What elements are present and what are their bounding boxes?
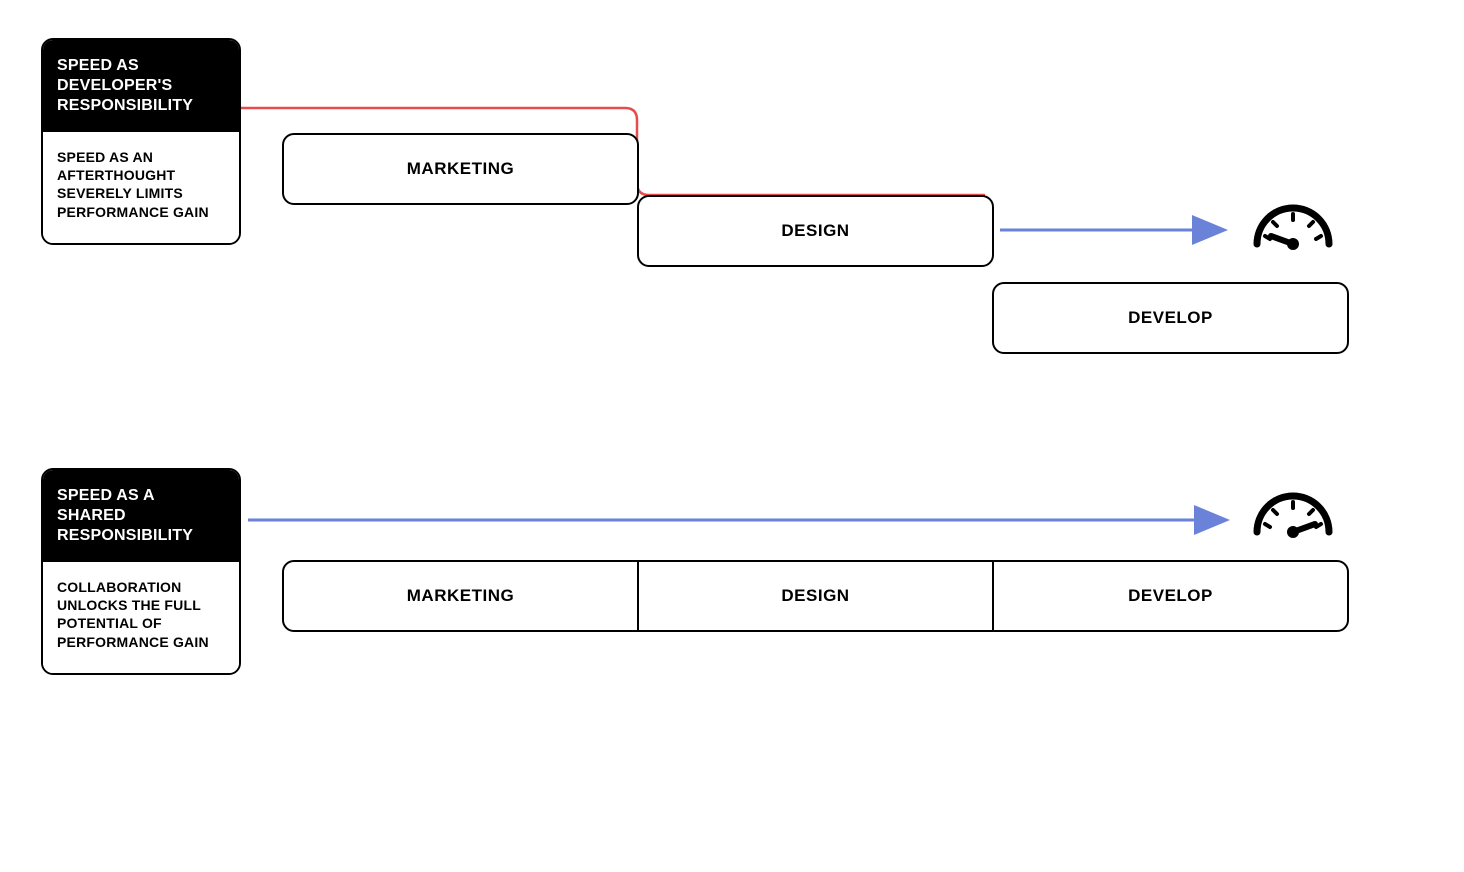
gauge-icon-low — [1247, 192, 1339, 259]
stage-row-shared: MARKETING DESIGN DEVELOP — [282, 560, 1349, 632]
card-body: SPEED AS AN AFTERTHOUGHT SEVERELY LIMITS… — [43, 132, 239, 243]
stage-label: MARKETING — [407, 159, 514, 179]
stage-label: DEVELOP — [1128, 586, 1213, 606]
gauge-icon-high — [1247, 480, 1339, 547]
stage-label: DESIGN — [781, 586, 849, 606]
stage-label: DESIGN — [781, 221, 849, 241]
stage-develop-2: DEVELOP — [994, 562, 1347, 630]
stage-design-2: DESIGN — [639, 562, 994, 630]
card-body: COLLABORATION UNLOCKS THE FULL POTENTIAL… — [43, 562, 239, 673]
stage-marketing-2: MARKETING — [284, 562, 639, 630]
stage-marketing-1: MARKETING — [282, 133, 639, 205]
stage-label: MARKETING — [407, 586, 514, 606]
stage-label: DEVELOP — [1128, 308, 1213, 328]
card-shared-responsibility: SPEED AS A SHARED RESPONSIBILITY COLLABO… — [41, 468, 241, 675]
card-header: SPEED AS DEVELOPER'S RESPONSIBILITY — [43, 40, 239, 132]
card-developer-responsibility: SPEED AS DEVELOPER'S RESPONSIBILITY SPEE… — [41, 38, 241, 245]
stage-develop-1: DEVELOP — [992, 282, 1349, 354]
stage-design-1: DESIGN — [637, 195, 994, 267]
card-header: SPEED AS A SHARED RESPONSIBILITY — [43, 470, 239, 562]
